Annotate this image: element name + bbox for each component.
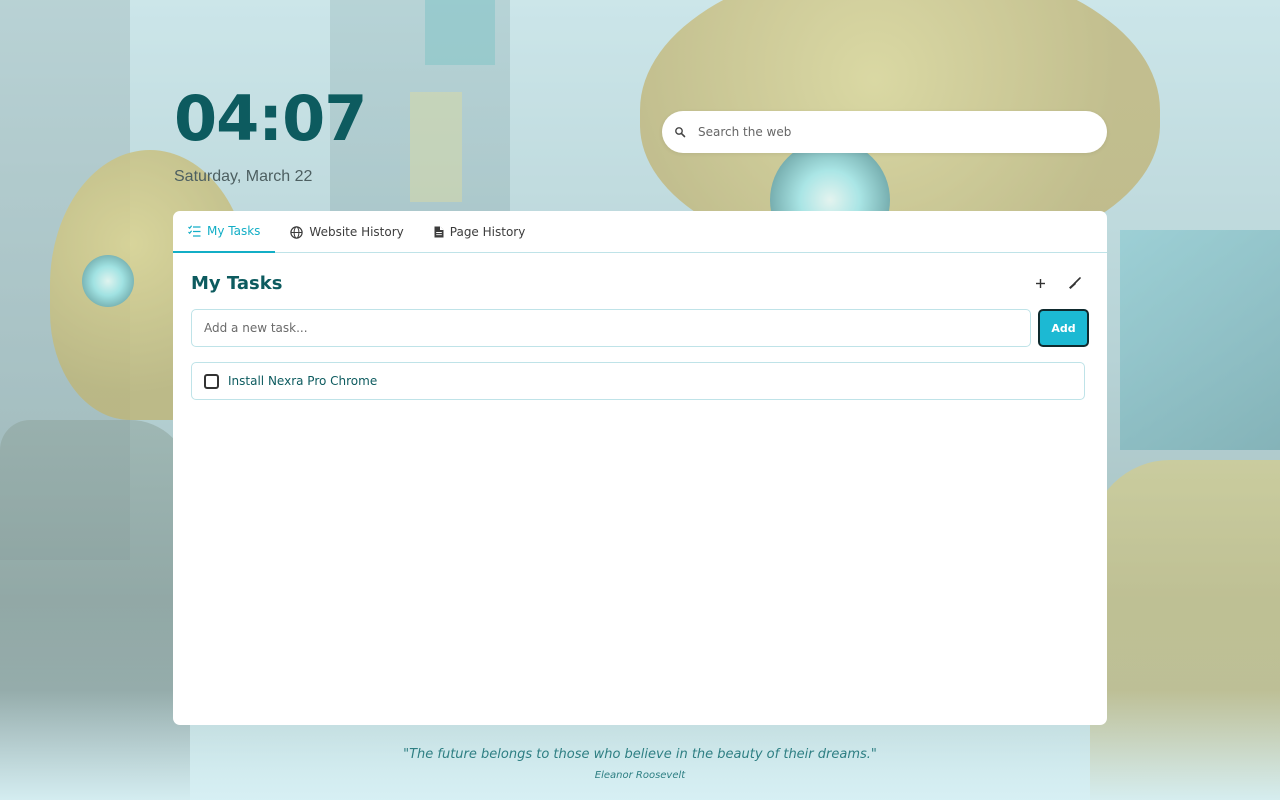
search-icon xyxy=(674,126,686,138)
clock-date: Saturday, March 22 xyxy=(174,168,313,185)
task-checkbox[interactable] xyxy=(204,373,219,389)
globe-icon xyxy=(290,225,304,239)
task-list-icon xyxy=(188,225,201,237)
web-search-bar[interactable] xyxy=(662,111,1107,153)
list-item: Install Nexra Pro Chrome xyxy=(191,362,1085,400)
add-task-row: Add xyxy=(191,309,1089,347)
tab-page-history[interactable]: Page History xyxy=(419,211,541,253)
tasks-header: My Tasks xyxy=(191,273,1089,294)
tasks-panel: My Tasks Website History Page History My… xyxy=(173,211,1107,725)
tab-label: Page History xyxy=(449,225,526,239)
task-list: Install Nexra Pro Chrome xyxy=(191,362,1085,400)
tab-bar: My Tasks Website History Page History xyxy=(173,211,1107,253)
new-task-input[interactable] xyxy=(191,309,1031,347)
broom-icon[interactable] xyxy=(1065,275,1083,293)
tab-label: My Tasks xyxy=(207,224,261,238)
search-input[interactable] xyxy=(698,125,1107,139)
task-text[interactable]: Install Nexra Pro Chrome xyxy=(228,374,377,388)
quote-author: Eleanor Roosevelt xyxy=(594,770,686,781)
document-icon xyxy=(434,226,444,238)
add-icon[interactable] xyxy=(1031,275,1049,293)
tasks-toolbar xyxy=(1031,275,1083,293)
section-title: My Tasks xyxy=(191,273,283,294)
tab-website-history[interactable]: Website History xyxy=(275,211,418,253)
tab-my-tasks[interactable]: My Tasks xyxy=(173,211,276,253)
clock-time: 04:07 xyxy=(174,82,367,155)
add-task-button[interactable]: Add xyxy=(1038,309,1089,347)
quote-text: "The future belongs to those who believe… xyxy=(403,747,877,762)
tab-label: Website History xyxy=(309,225,404,239)
